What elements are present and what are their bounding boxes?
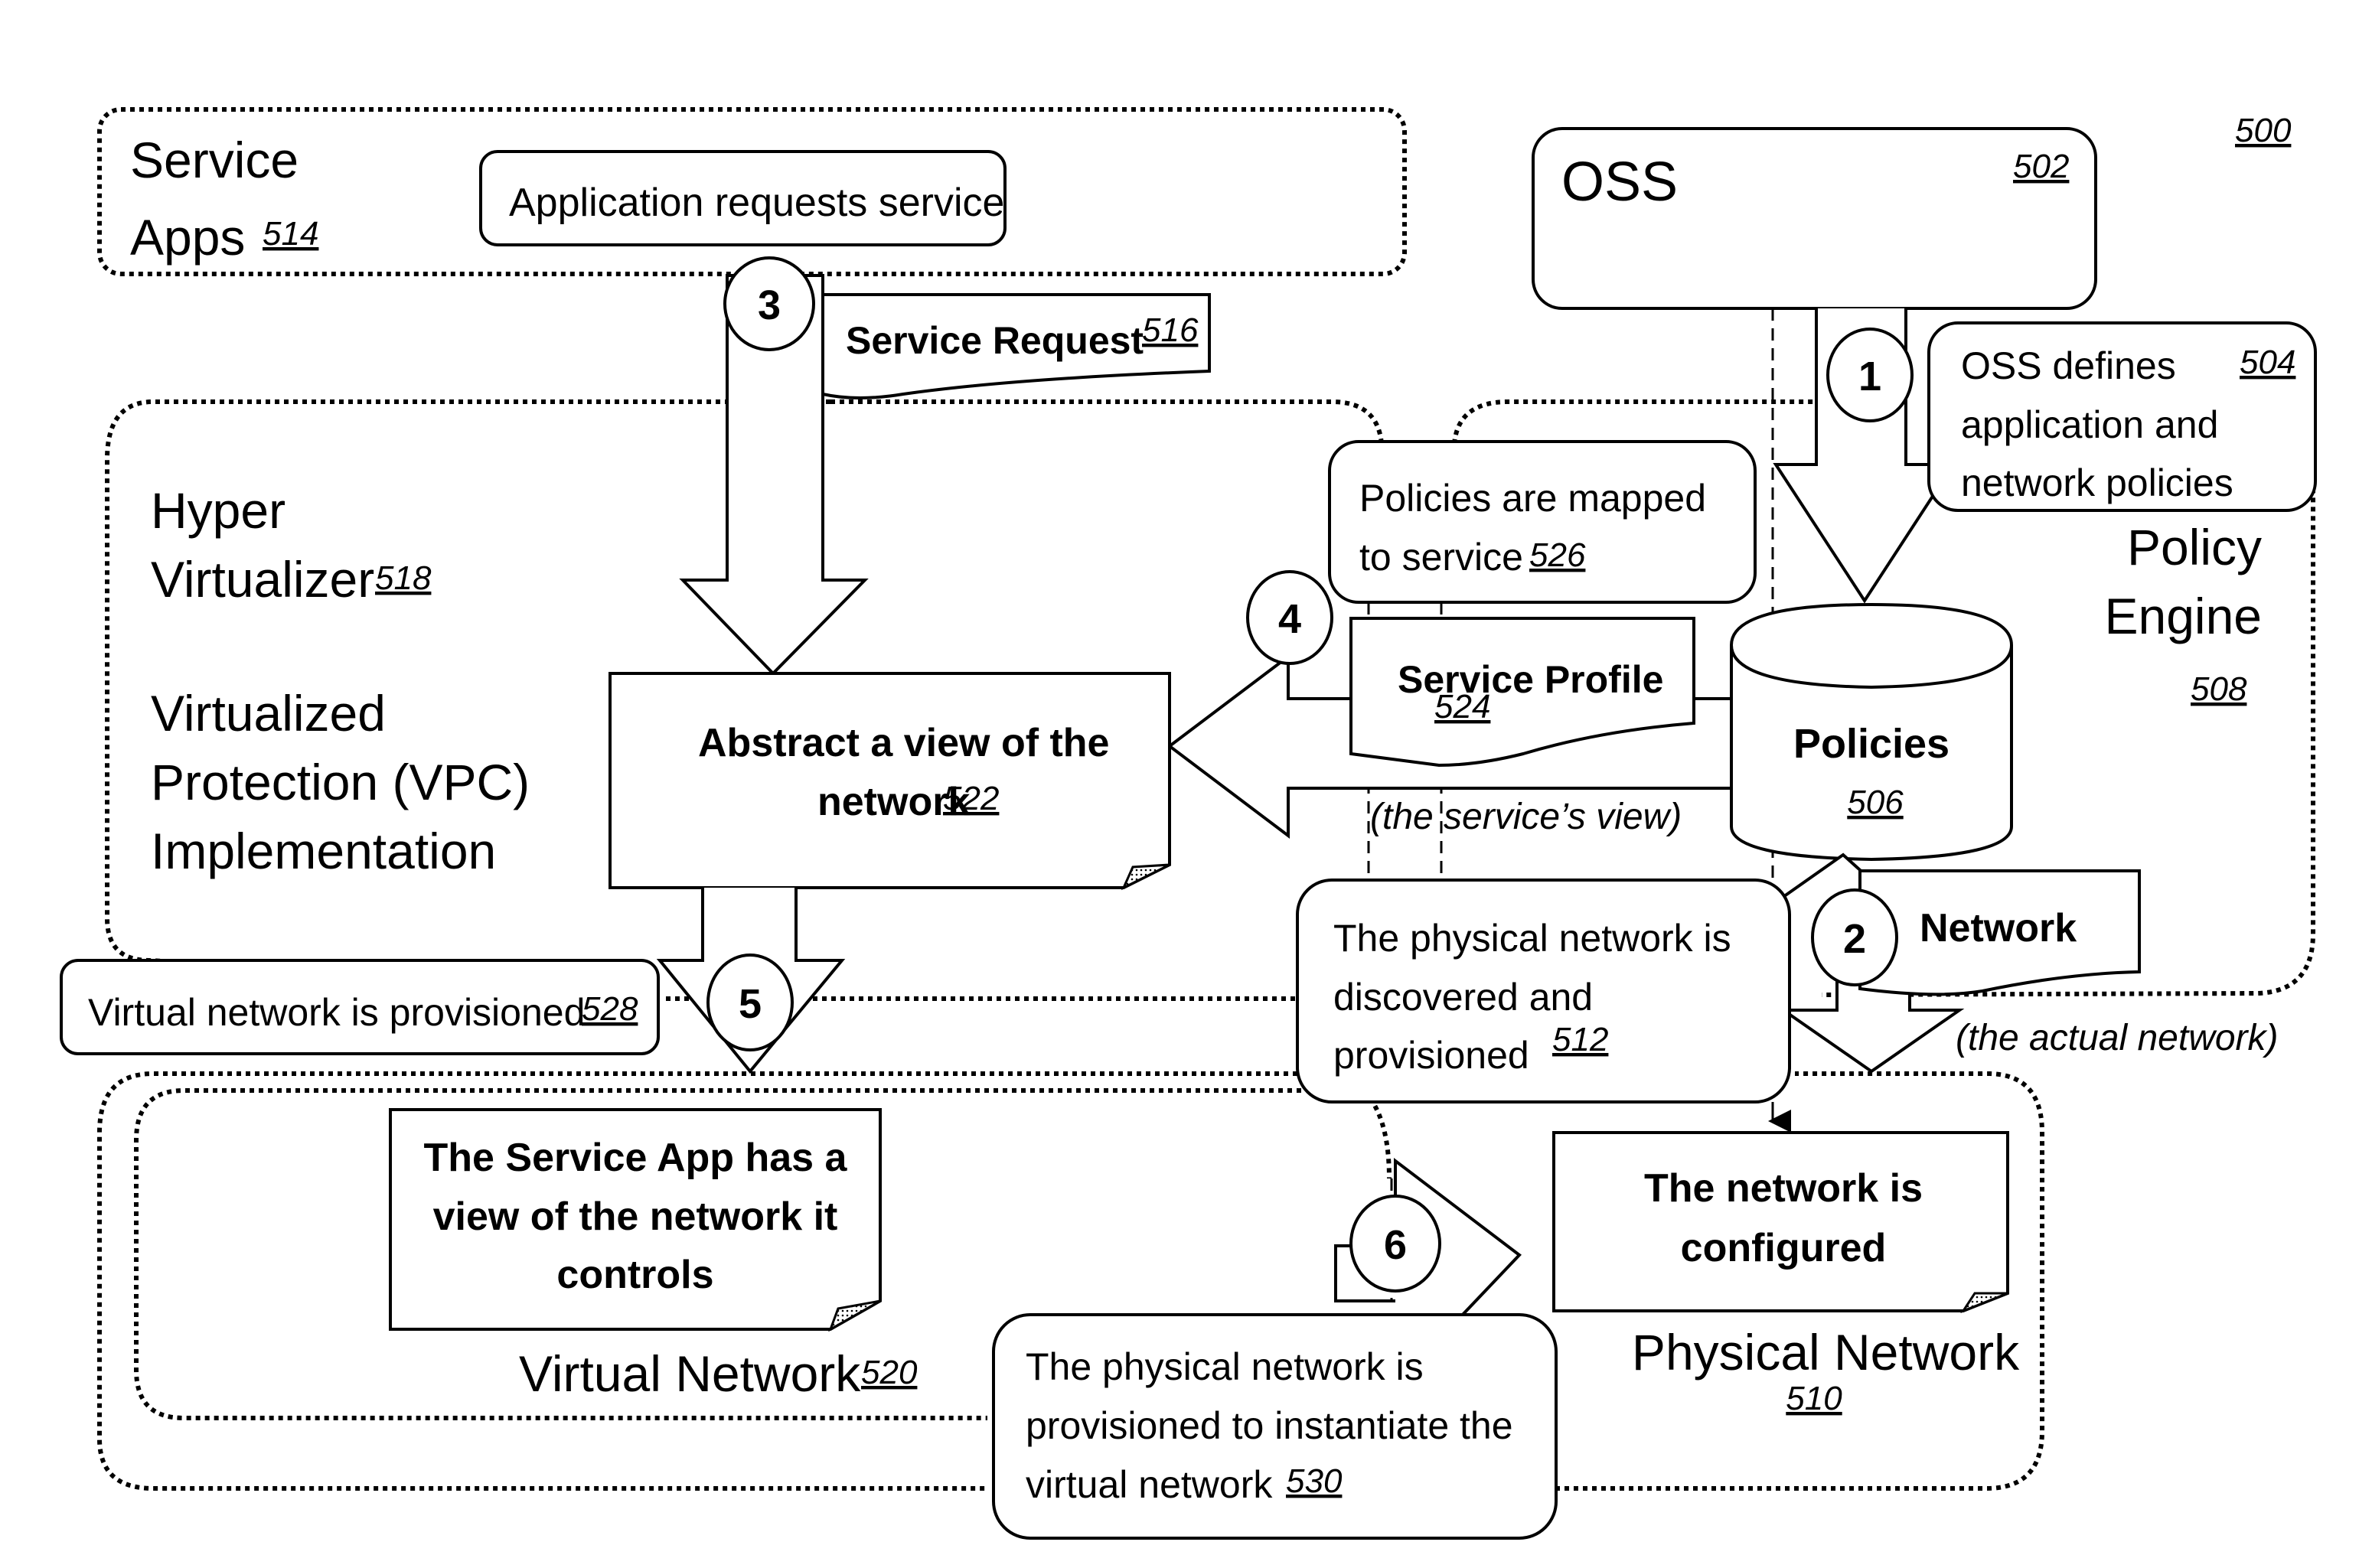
hv-label-2: Virtualizer bbox=[151, 551, 374, 608]
oss-defines-ref: 504 bbox=[2240, 344, 2295, 381]
physical-discovered-line1: The physical network is bbox=[1333, 917, 1731, 960]
physical-provisioned-line3: virtual network bbox=[1026, 1463, 1273, 1506]
policy-engine-label-2: Engine bbox=[2104, 588, 2262, 644]
physical-provisioned-ref: 530 bbox=[1286, 1462, 1343, 1500]
service-apps-label-1: Service bbox=[130, 132, 299, 188]
service-request-label: Service Request bbox=[846, 319, 1144, 362]
oss-defines-line2: application and bbox=[1961, 403, 2218, 446]
service-app-view-line3: controls bbox=[556, 1253, 713, 1297]
virtual-provisioned-ref: 528 bbox=[582, 990, 638, 1028]
physical-provisioned-line2: provisioned to instantiate the bbox=[1026, 1404, 1513, 1447]
abstract-view-ref: 522 bbox=[943, 780, 999, 817]
policies-mapped-ref: 526 bbox=[1529, 536, 1586, 574]
physical-discovered-line3: provisioned bbox=[1333, 1034, 1529, 1077]
policies-ref: 506 bbox=[1847, 784, 1904, 821]
vn-right-curve bbox=[1368, 1097, 1392, 1179]
policy-engine-label-1: Policy bbox=[2127, 519, 2262, 575]
service-app-view-line2: view of the network it bbox=[433, 1195, 838, 1239]
virtual-network-ref: 520 bbox=[861, 1354, 918, 1391]
policies-label: Policies bbox=[1793, 721, 1950, 767]
service-apps-ref: 514 bbox=[263, 215, 318, 253]
network-configured-line2: configured bbox=[1681, 1226, 1887, 1270]
patent-diagram: 500 Service Apps 514 Application request… bbox=[60, 107, 2317, 1540]
network-configured-line1: The network is bbox=[1644, 1166, 1923, 1211]
service-request-ref: 516 bbox=[1142, 311, 1199, 349]
physical-network-label: Physical Network bbox=[1632, 1324, 2020, 1381]
hv-ref: 518 bbox=[375, 559, 432, 597]
virtual-network-label: Virtual Network bbox=[519, 1345, 861, 1402]
oss-ref: 502 bbox=[2013, 148, 2069, 185]
step-1-marker: 1 bbox=[1826, 328, 1914, 422]
service-profile-ref: 524 bbox=[1434, 688, 1490, 725]
step-5-number: 5 bbox=[739, 981, 762, 1027]
vpc-label-1: Virtualized bbox=[151, 685, 386, 742]
vpc-label-3: Implementation bbox=[151, 823, 496, 879]
step-4-number: 4 bbox=[1278, 596, 1301, 642]
services-view-label: (the service’s view) bbox=[1370, 797, 1682, 837]
service-app-view-line1: The Service App has a bbox=[424, 1136, 848, 1180]
actual-network-label: (the actual network) bbox=[1956, 1018, 2279, 1058]
oss-defines-line1: OSS defines bbox=[1961, 344, 2176, 387]
figure-ref: 500 bbox=[2235, 112, 2292, 149]
step-3-marker: 3 bbox=[723, 256, 815, 351]
virtual-provisioned-label: Virtual network is provisioned bbox=[88, 991, 585, 1034]
app-requests-service-text: Application requests service bbox=[509, 181, 1004, 225]
policies-mapped-line1: Policies are mapped bbox=[1359, 477, 1706, 520]
physical-network-ref: 510 bbox=[1786, 1380, 1842, 1417]
policies-mapped-line2: to service bbox=[1359, 536, 1523, 579]
network-doc-label: Network bbox=[1920, 906, 2077, 950]
policy-engine-ref: 508 bbox=[2191, 670, 2247, 708]
step-4-marker: 4 bbox=[1246, 570, 1333, 665]
step-2-marker: 2 bbox=[1811, 888, 1898, 986]
step-6-number: 6 bbox=[1384, 1222, 1407, 1268]
abstract-view-line1: Abstract a view of the bbox=[698, 721, 1109, 765]
physical-discovered-ref: 512 bbox=[1552, 1021, 1608, 1058]
step-1-number: 1 bbox=[1858, 354, 1881, 399]
step-2-number: 2 bbox=[1843, 916, 1866, 962]
oss-defines-line3: network policies bbox=[1961, 461, 2233, 504]
step-6-marker: 6 bbox=[1349, 1195, 1441, 1293]
service-apps-label-2: Apps bbox=[130, 209, 245, 266]
network-configured-doc bbox=[1552, 1131, 2009, 1312]
physical-provisioned-line1: The physical network is bbox=[1026, 1345, 1424, 1388]
step-3-number: 3 bbox=[758, 282, 781, 328]
hv-label-1: Hyper bbox=[151, 482, 285, 539]
vpc-label-2: Protection (VPC) bbox=[151, 754, 530, 810]
physical-discovered-line2: discovered and bbox=[1333, 976, 1593, 1019]
oss-label: OSS bbox=[1561, 152, 1678, 213]
step-5-marker: 5 bbox=[706, 954, 794, 1051]
